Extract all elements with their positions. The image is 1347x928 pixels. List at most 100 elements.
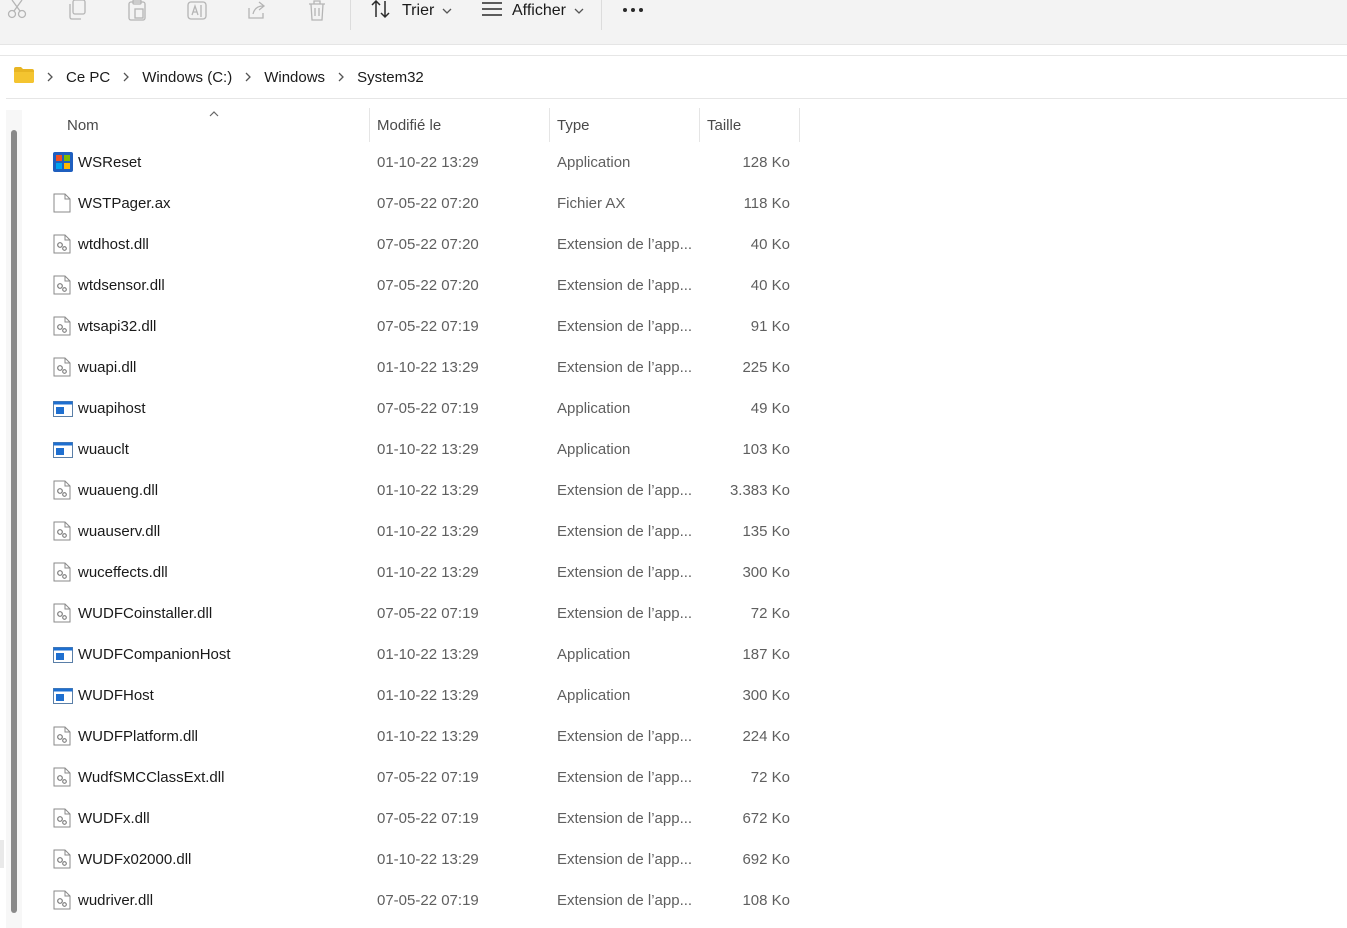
file-name: WSTPager.ax xyxy=(78,195,171,212)
rename-icon[interactable] xyxy=(187,0,207,22)
chevron-right-icon[interactable] xyxy=(244,72,252,82)
file-modified: 07-05-22 07:19 xyxy=(377,400,479,417)
file-row[interactable]: WUDFx02000.dll 01-10-22 13:29 Extension de… xyxy=(48,839,800,880)
file-size: 103 Ko xyxy=(742,441,790,458)
chevron-right-icon[interactable] xyxy=(122,72,130,82)
file-modified: 07-05-22 07:19 xyxy=(377,605,479,622)
file-row[interactable]: WSTPager.ax 07-05-22 07:20 Fichier AX 118 K… xyxy=(48,183,800,224)
file-type: Extension de l’app... xyxy=(557,769,693,786)
file-name: WSReset xyxy=(78,154,142,171)
file-row[interactable]: WUDFCoinstaller.dll 07-05-22 07:19 Extensi… xyxy=(48,593,800,634)
dll-file-icon xyxy=(53,521,71,541)
breadcrumb-windows-drive[interactable]: Windows (C:) xyxy=(142,69,232,86)
column-divider[interactable] xyxy=(369,108,370,142)
view-button[interactable]: Afficher xyxy=(481,0,584,22)
file-name: wuaueng.dll xyxy=(78,482,159,499)
sort-label: Trier xyxy=(402,2,435,19)
file-size: 72 Ko xyxy=(750,769,790,786)
file-row[interactable]: WUDFHost 01-10-22 13:29 Application 300 Ko xyxy=(48,675,800,716)
file-row[interactable]: wuauclt 01-10-22 13:29 Application 103 Ko xyxy=(48,429,800,470)
file-type: Extension de l’app... xyxy=(557,605,693,622)
dll-file-icon xyxy=(53,726,71,746)
column-divider[interactable] xyxy=(799,108,800,142)
dll-file-icon xyxy=(53,849,71,869)
column-header-size[interactable]: Taille xyxy=(707,108,741,142)
file-name: wtdhost.dll xyxy=(78,236,149,253)
file-row[interactable]: wuaueng.dll 01-10-22 13:29 Extension de l’… xyxy=(48,470,800,511)
file-type: Extension de l’app... xyxy=(557,728,693,745)
file-size: 187 Ko xyxy=(742,646,790,663)
file-name: wudriver.dll xyxy=(78,892,154,909)
cut-icon[interactable] xyxy=(7,0,27,22)
file-row[interactable]: WUDFCompanionHost 01-10-22 13:29 Applicati… xyxy=(48,634,800,675)
column-divider[interactable] xyxy=(699,108,700,142)
more-options-icon[interactable] xyxy=(620,2,646,18)
dll-file-icon xyxy=(53,480,71,500)
file-row[interactable]: wtdhost.dll 07-05-22 07:20 Extension de l’… xyxy=(48,224,800,265)
file-modified: 01-10-22 13:29 xyxy=(377,646,479,663)
file-modified: 07-05-22 07:20 xyxy=(377,236,479,253)
nav-pane-selection xyxy=(0,840,4,868)
copy-icon[interactable] xyxy=(67,0,87,22)
file-modified: 01-10-22 13:29 xyxy=(377,728,479,745)
file-row[interactable]: wtdsensor.dll 07-05-22 07:20 Extension de … xyxy=(48,265,800,306)
chevron-down-icon xyxy=(574,2,584,20)
folder-icon xyxy=(14,67,34,87)
file-type: Extension de l’app... xyxy=(557,318,693,335)
file-size: 128 Ko xyxy=(742,154,790,171)
dll-file-icon xyxy=(53,767,71,787)
application-icon xyxy=(53,687,73,705)
file-row[interactable]: WUDFPlatform.dll 01-10-22 13:29 Extension … xyxy=(48,716,800,757)
file-size: 224 Ko xyxy=(742,728,790,745)
file-row[interactable]: wuapi.dll 01-10-22 13:29 Extension de l’ap… xyxy=(48,347,800,388)
file-modified: 01-10-22 13:29 xyxy=(377,564,479,581)
chevron-right-icon[interactable] xyxy=(337,72,345,82)
breadcrumb-windows[interactable]: Windows xyxy=(264,69,325,86)
file-type: Extension de l’app... xyxy=(557,359,693,376)
file-row[interactable]: wuauserv.dll 01-10-22 13:29 Extension de l… xyxy=(48,511,800,552)
file-row[interactable]: wtsapi32.dll 07-05-22 07:19 Extension de l… xyxy=(48,306,800,347)
store-app-icon xyxy=(53,152,73,172)
breadcrumb-this-pc[interactable]: Ce PC xyxy=(66,69,110,86)
toolbar-divider xyxy=(350,0,351,30)
file-size: 40 Ko xyxy=(750,277,790,294)
file-row[interactable]: WUDFx.dll 07-05-22 07:19 Extension de l’ap… xyxy=(48,798,800,839)
file-row[interactable]: WSReset 01-10-22 13:29 Application 128 Ko xyxy=(48,142,800,183)
column-header-name[interactable]: Nom xyxy=(67,108,99,142)
file-name: WUDFHost xyxy=(78,687,154,704)
file-type: Application xyxy=(557,687,631,704)
delete-icon[interactable] xyxy=(307,0,327,22)
file-size: 40 Ko xyxy=(750,236,790,253)
column-header-type[interactable]: Type xyxy=(557,108,590,142)
file-type: Extension de l’app... xyxy=(557,892,693,909)
breadcrumb: Ce PC Windows (C:) Windows System32 xyxy=(14,56,424,98)
file-row[interactable]: wuceffects.dll 01-10-22 13:29 Extension de… xyxy=(48,552,800,593)
column-divider[interactable] xyxy=(549,108,550,142)
file-modified: 07-05-22 07:19 xyxy=(377,892,479,909)
file-name: wuapihost xyxy=(78,400,146,417)
paste-icon[interactable] xyxy=(127,0,147,22)
application-icon xyxy=(53,400,73,418)
file-name: wuapi.dll xyxy=(78,359,137,376)
sort-button[interactable]: Trier xyxy=(370,0,452,22)
file-row[interactable]: WudfSMCClassExt.dll 07-05-22 07:19 Extensi… xyxy=(48,757,800,798)
share-icon[interactable] xyxy=(247,0,267,22)
breadcrumb-system32[interactable]: System32 xyxy=(357,69,424,86)
file-size: 108 Ko xyxy=(742,892,790,909)
file-name: WUDFCompanionHost xyxy=(78,646,231,663)
chevron-right-icon[interactable] xyxy=(46,72,54,82)
scrollbar-thumb[interactable] xyxy=(11,130,17,913)
file-modified: 07-05-22 07:20 xyxy=(377,195,479,212)
file-name: wtdsensor.dll xyxy=(78,277,165,294)
file-size: 49 Ko xyxy=(750,400,790,417)
file-row[interactable]: wuapihost 07-05-22 07:19 Application 49 Ko xyxy=(48,388,800,429)
file-modified: 01-10-22 13:29 xyxy=(377,482,479,499)
file-name: WUDFx02000.dll xyxy=(78,851,192,868)
file-modified: 01-10-22 13:29 xyxy=(377,523,479,540)
column-header-modified[interactable]: Modifié le xyxy=(377,108,441,142)
view-label: Afficher xyxy=(512,2,566,19)
generic-file-icon xyxy=(53,193,71,213)
application-icon xyxy=(53,441,73,459)
file-row[interactable]: wudriver.dll 07-05-22 07:19 Extension de l… xyxy=(48,880,800,921)
address-bar[interactable]: Ce PC Windows (C:) Windows System32 xyxy=(0,55,1347,99)
